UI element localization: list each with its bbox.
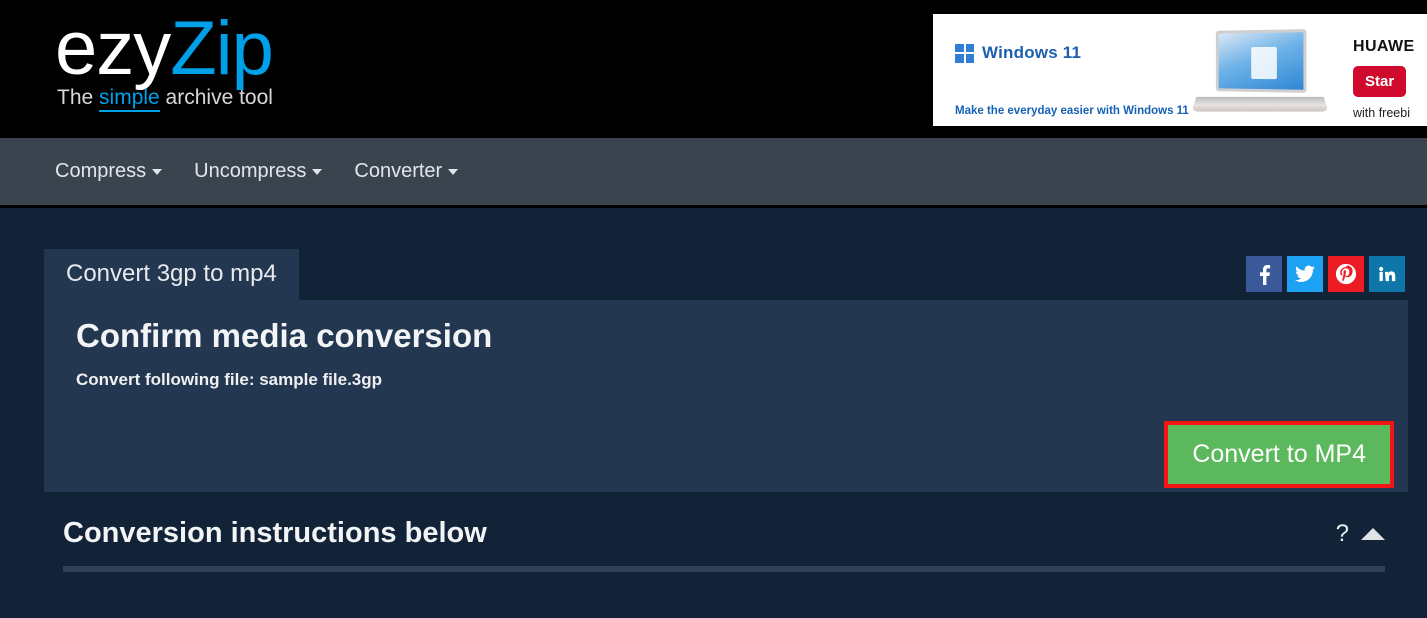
share-twitter-button[interactable] <box>1287 256 1323 292</box>
facebook-icon <box>1258 263 1271 285</box>
instructions-header: Conversion instructions below ? <box>63 517 1389 550</box>
main-navigation: Compress Uncompress Converter <box>0 138 1427 208</box>
chevron-down-icon <box>448 169 458 175</box>
ad-windows-logo: Windows 11 <box>955 43 1081 63</box>
help-question-icon[interactable]: ? <box>1336 522 1349 546</box>
chevron-down-icon <box>312 169 322 175</box>
share-linkedin-button[interactable] <box>1369 256 1405 292</box>
instructions-section: Conversion instructions below ? <box>38 517 1389 572</box>
file-info-text: Convert following file: sample file.3gp <box>76 370 1386 390</box>
tab-label: Convert 3gp to mp4 <box>66 260 277 287</box>
ad-secondary-block: HUAWE Star with freebi <box>1353 38 1427 120</box>
site-logo[interactable]: ezyZip The simple archive tool <box>55 8 273 110</box>
convert-to-mp4-button[interactable]: Convert to MP4 <box>1168 425 1390 484</box>
ad-windows-label: Windows 11 <box>982 43 1081 63</box>
advertisement-banner[interactable]: Windows 11 Make the everyday easier with… <box>933 14 1427 126</box>
logo-wordmark: ezyZip <box>55 8 273 90</box>
instructions-divider <box>63 566 1385 572</box>
tab-strip: Convert 3gp to mp4 <box>19 208 1408 300</box>
laptop-image <box>1188 30 1328 120</box>
page-title: Confirm media conversion <box>76 316 1386 356</box>
twitter-icon <box>1295 265 1315 283</box>
ad-sub-text: with freebi <box>1353 106 1427 120</box>
ad-tagline: Make the everyday easier with Windows 11 <box>955 105 1189 117</box>
logo-tagline: The simple archive tool <box>57 86 273 110</box>
tagline-prefix: The <box>57 86 99 109</box>
share-pinterest-button[interactable] <box>1328 256 1364 292</box>
windows-logo-icon <box>955 44 974 63</box>
social-share-bar <box>1246 256 1405 292</box>
instructions-title: Conversion instructions below <box>63 517 487 550</box>
share-facebook-button[interactable] <box>1246 256 1282 292</box>
instructions-toggle[interactable]: ? <box>1336 522 1389 546</box>
tagline-suffix: archive tool <box>160 86 273 109</box>
site-header: ezyZip The simple archive tool Windows 1… <box>0 0 1427 138</box>
nav-item-uncompress-label: Uncompress <box>194 160 306 183</box>
ad-cta-button[interactable]: Star <box>1353 66 1406 97</box>
logo-text-primary: ezy <box>55 6 170 91</box>
tab-convert-3gp-to-mp4[interactable]: Convert 3gp to mp4 <box>44 249 299 300</box>
pinterest-icon <box>1335 263 1357 285</box>
ad-brand-name: HUAWE <box>1353 38 1427 56</box>
nav-item-converter-label: Converter <box>354 160 442 183</box>
tagline-highlight: simple <box>99 86 160 112</box>
nav-item-compress[interactable]: Compress <box>55 160 162 183</box>
main-content: Convert 3gp to mp4 Confirm media convers… <box>0 208 1427 572</box>
nav-item-compress-label: Compress <box>55 160 146 183</box>
convert-button-highlight: Convert to MP4 <box>1164 421 1394 488</box>
nav-item-converter[interactable]: Converter <box>354 160 458 183</box>
logo-text-secondary: Zip <box>170 6 273 91</box>
conversion-card: Confirm media conversion Convert followi… <box>44 300 1408 492</box>
nav-item-uncompress[interactable]: Uncompress <box>194 160 322 183</box>
chevron-up-icon[interactable] <box>1361 528 1385 540</box>
chevron-down-icon <box>152 169 162 175</box>
linkedin-icon <box>1377 264 1397 284</box>
